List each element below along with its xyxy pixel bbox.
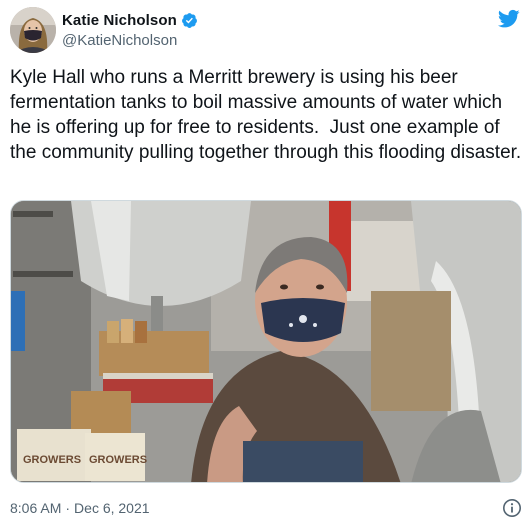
- info-icon[interactable]: [502, 498, 522, 518]
- avatar[interactable]: [10, 7, 56, 53]
- photo-brewery-man: GROWERS GROWERS: [11, 201, 521, 482]
- box-label-left: GROWERS: [23, 454, 81, 466]
- verified-badge-icon: [181, 12, 198, 29]
- name-row: Katie Nicholson: [62, 9, 198, 31]
- tweet-header: Katie Nicholson @KatieNicholson: [10, 5, 522, 57]
- tweet-date[interactable]: Dec 6, 2021: [74, 498, 150, 518]
- tweet-photo[interactable]: GROWERS GROWERS: [10, 200, 522, 483]
- tweet-time[interactable]: 8:06 AM: [10, 498, 61, 518]
- user-block[interactable]: Katie Nicholson @KatieNicholson: [62, 9, 198, 53]
- twitter-bird-icon[interactable]: [497, 9, 520, 29]
- tweet-text: Kyle Hall who runs a Merritt brewery is …: [10, 67, 522, 163]
- avatar-image: [10, 7, 56, 53]
- box-label-right: GROWERS: [89, 454, 147, 466]
- tweet-timestamp[interactable]: 8:06 AM · Dec 6, 2021: [10, 498, 150, 518]
- display-name[interactable]: Katie Nicholson: [62, 12, 177, 29]
- handle[interactable]: @KatieNicholson: [62, 31, 198, 51]
- meta-separator: ·: [65, 500, 71, 516]
- tweet-card: Katie Nicholson @KatieNicholson Kyle Hal…: [0, 0, 532, 525]
